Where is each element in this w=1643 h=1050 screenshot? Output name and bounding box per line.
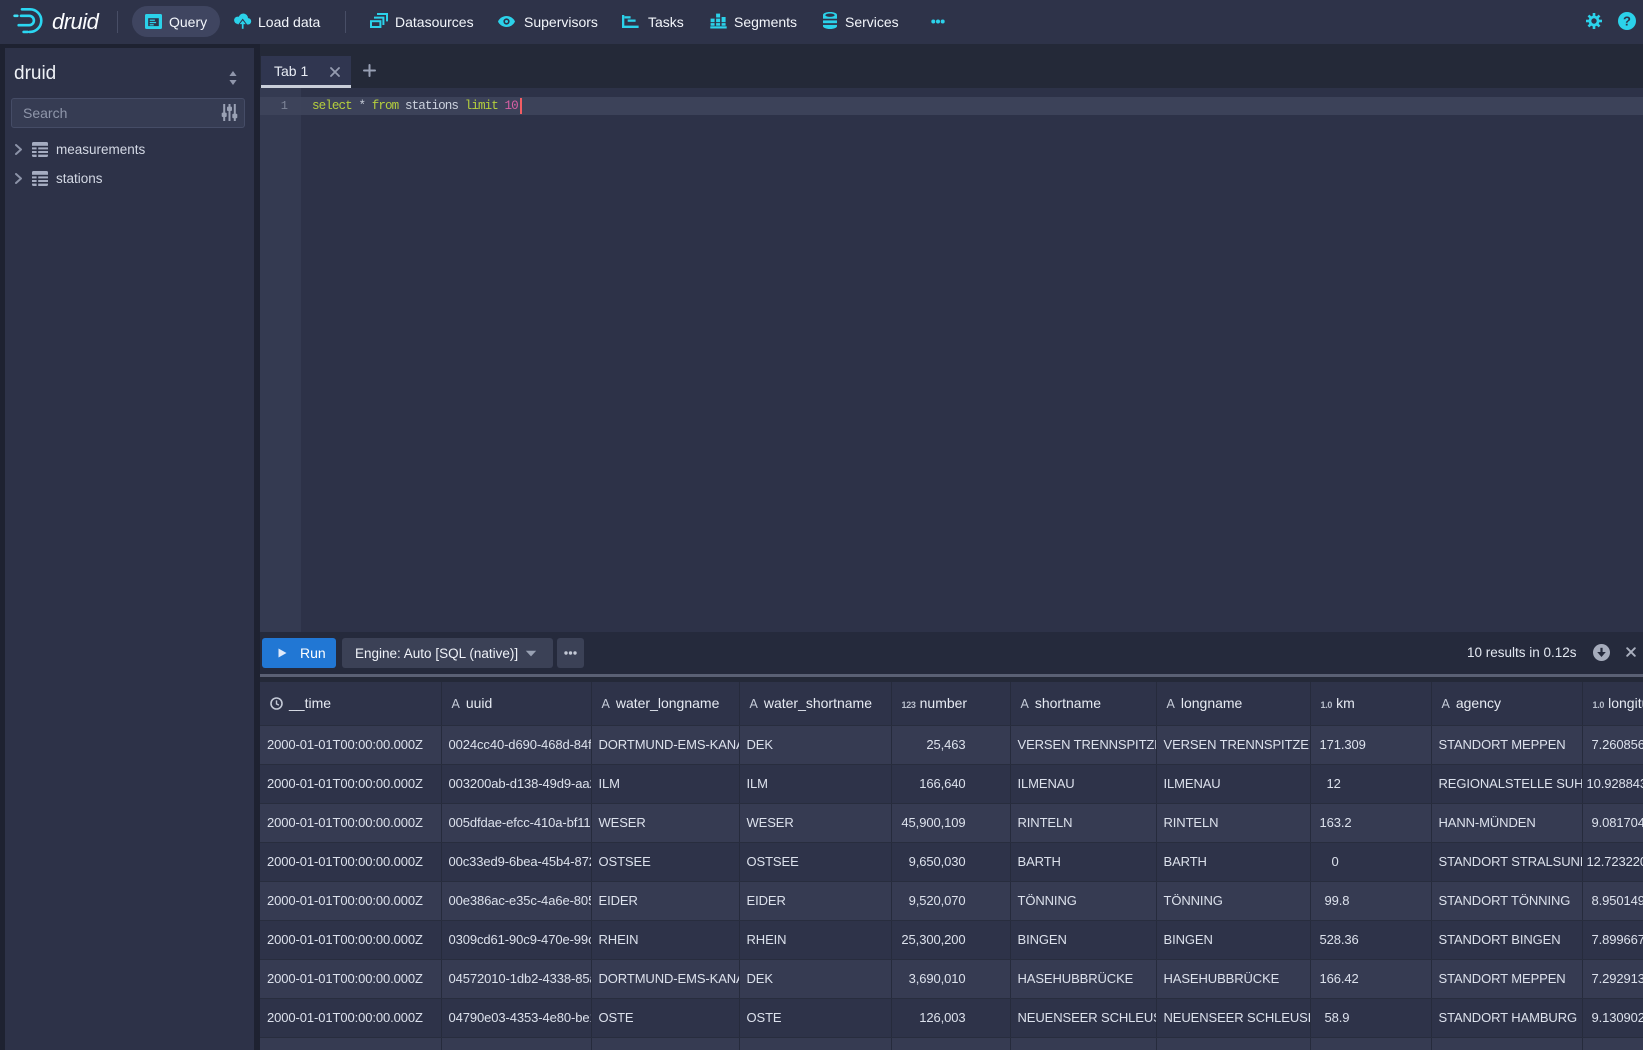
svg-text:?: ? (1623, 14, 1631, 29)
